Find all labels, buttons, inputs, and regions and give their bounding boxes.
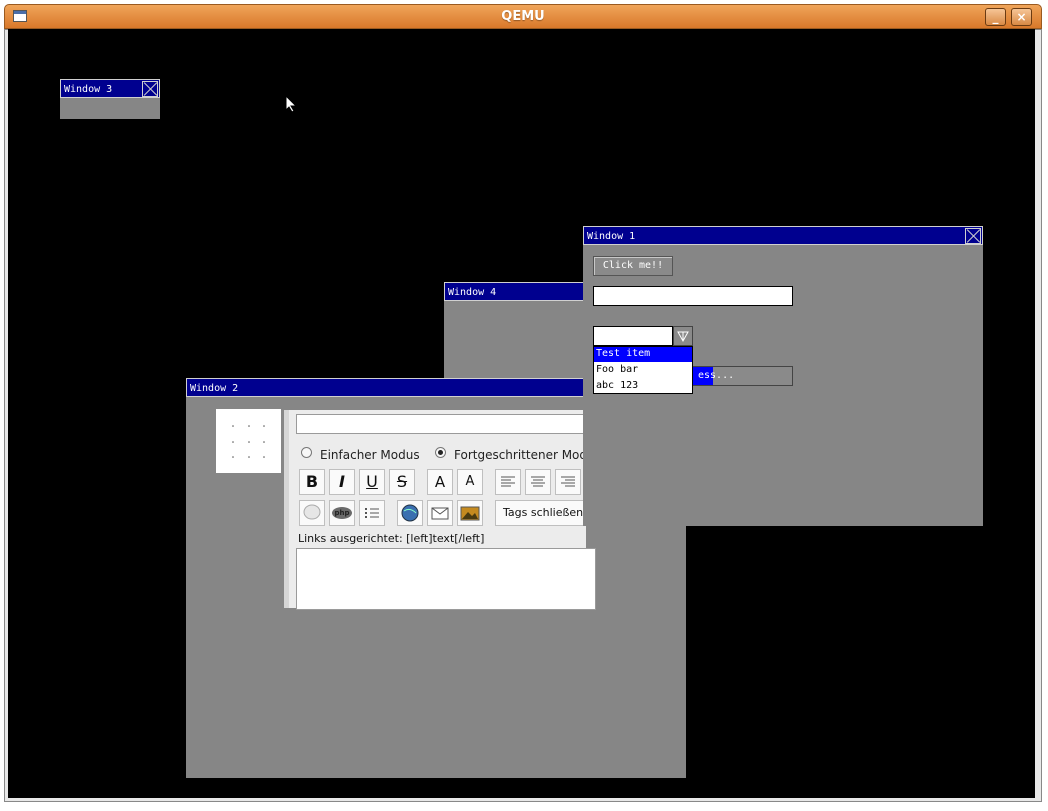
close-button[interactable]: × [1011, 8, 1032, 26]
text-input[interactable] [593, 286, 793, 306]
window-1-close-icon[interactable] [965, 228, 981, 244]
window-3[interactable]: Window 3 [60, 79, 160, 119]
label-advanced-mode: Fortgeschrittener Modus [454, 448, 601, 462]
align-left-icon[interactable] [495, 469, 521, 495]
image-icon[interactable] [457, 500, 483, 526]
align-center-icon[interactable] [525, 469, 551, 495]
host-titlebar[interactable]: QEMU _ × [4, 4, 1042, 29]
radio-advanced-mode[interactable] [435, 447, 446, 458]
dropdown-field[interactable] [593, 326, 673, 346]
editor-textarea[interactable] [296, 548, 596, 610]
link-globe-icon[interactable] [397, 500, 423, 526]
host-title: QEMU [501, 9, 545, 24]
dot-grid-icon [232, 425, 265, 458]
italic-button[interactable]: I [329, 469, 355, 495]
mouse-pointer-icon [285, 95, 297, 113]
email-icon[interactable] [427, 500, 453, 526]
font-size-down-button[interactable]: A [427, 469, 453, 495]
editor-subject-input[interactable] [296, 414, 596, 434]
click-me-button[interactable]: Click me!! [593, 256, 673, 276]
quote-icon[interactable] [299, 500, 325, 526]
window-1-title: Window 1 [587, 231, 636, 242]
minimize-button[interactable]: _ [985, 8, 1006, 26]
window-3-title: Window 3 [64, 84, 113, 95]
bold-button[interactable]: B [299, 469, 325, 495]
qemu-host-window: QEMU _ × Window 3 Window 4 Window 2 Einf… [0, 0, 1048, 811]
editor-status-text: Links ausgerichtet: [left]text[/left] [298, 532, 485, 545]
dropdown-item[interactable]: Foo bar [594, 362, 692, 378]
window-1[interactable]: Window 1 Click me!! ess... Test item Foo… [583, 226, 983, 526]
dropdown-item[interactable]: Test item [594, 347, 692, 362]
list-icon[interactable] [359, 500, 385, 526]
window-4-titlebar[interactable]: Window 4 [444, 282, 589, 301]
window-2-title: Window 2 [190, 383, 239, 394]
window-4[interactable]: Window 4 [444, 282, 589, 382]
window-3-close-icon[interactable] [142, 81, 158, 97]
php-code-icon[interactable]: php [329, 500, 355, 526]
php-label: php [334, 509, 349, 517]
window-4-title: Window 4 [448, 287, 497, 298]
dropdown-arrow-icon[interactable] [673, 326, 693, 346]
dot-grid-panel [216, 409, 281, 473]
dropdown-list[interactable]: Test item Foo bar abc 123 [593, 346, 693, 394]
strikethrough-button[interactable]: S [389, 469, 415, 495]
window-3-titlebar[interactable]: Window 3 [60, 79, 160, 98]
align-right-icon[interactable] [555, 469, 581, 495]
progress-text: ess... [698, 370, 735, 381]
font-size-up-button[interactable]: A [457, 469, 483, 495]
dropdown-item[interactable]: abc 123 [594, 378, 692, 393]
radio-simple-mode[interactable] [301, 447, 312, 458]
label-simple-mode: Einfacher Modus [320, 448, 420, 462]
window-1-titlebar[interactable]: Window 1 [583, 226, 983, 245]
close-tags-button[interactable]: Tags schließen [495, 500, 591, 526]
bbcode-editor: Einfacher Modus Fortgeschrittener Modus … [284, 410, 601, 610]
underline-button[interactable]: U [359, 469, 385, 495]
